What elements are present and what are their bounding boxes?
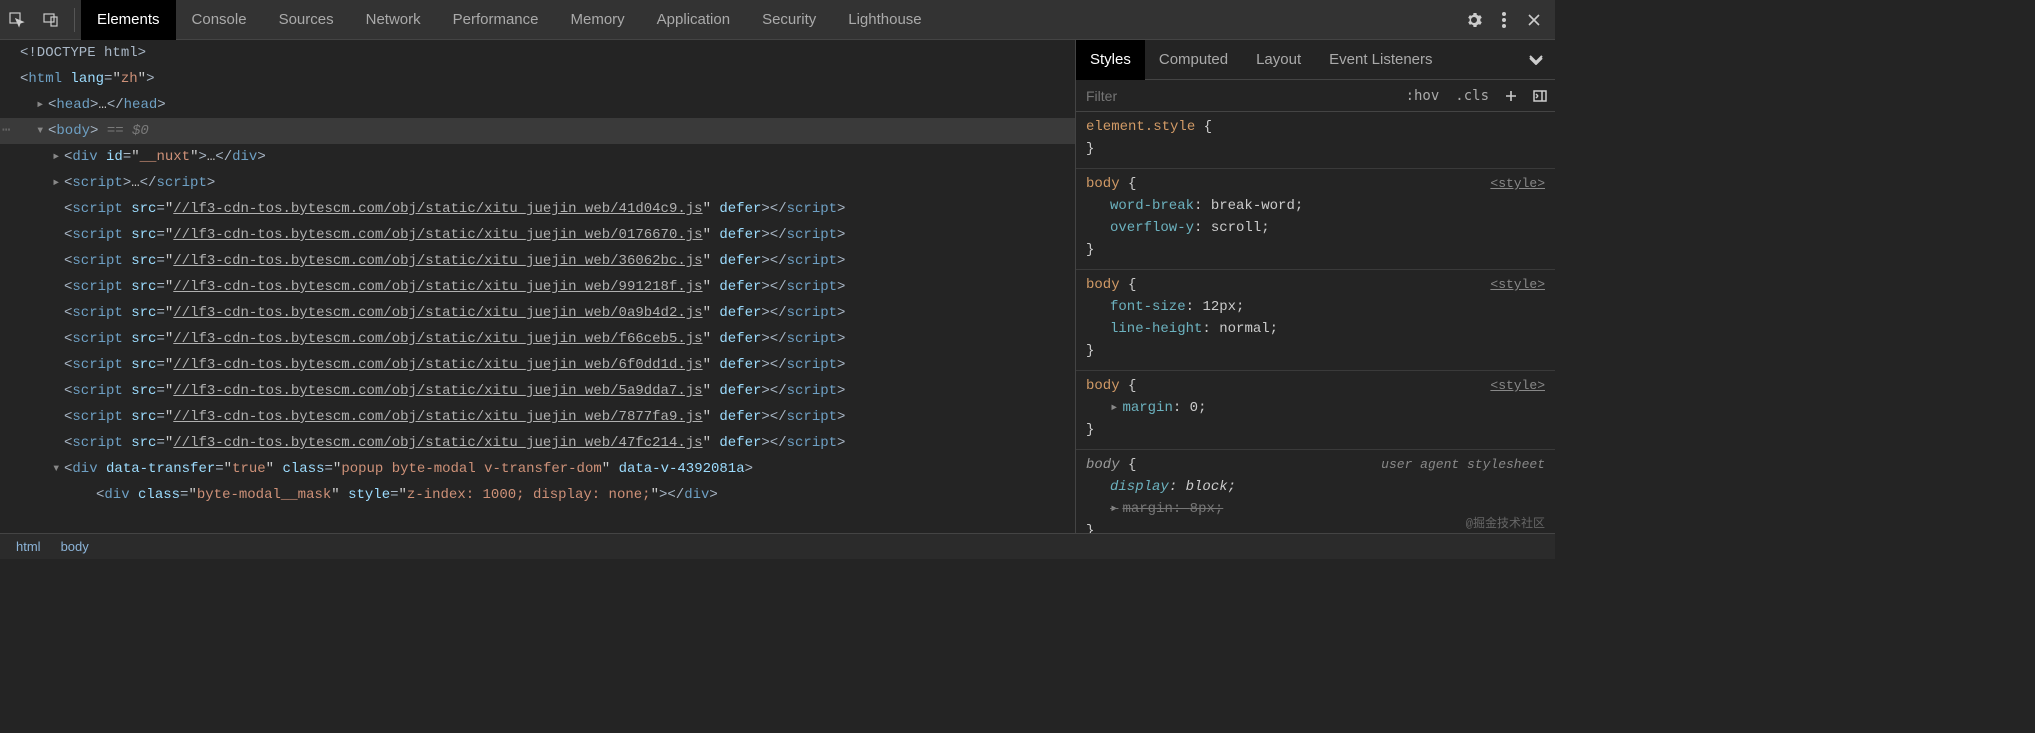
- dom-node[interactable]: <script src="//lf3-cdn-tos.bytescm.com/o…: [0, 430, 1075, 456]
- tab-elements[interactable]: Elements: [81, 0, 176, 40]
- kebab-menu-icon[interactable]: [1489, 0, 1519, 40]
- divider: [74, 8, 75, 32]
- cls-toggle[interactable]: .cls: [1447, 88, 1497, 104]
- settings-gear-icon[interactable]: [1459, 0, 1489, 40]
- tab-performance[interactable]: Performance: [437, 0, 555, 40]
- dom-node[interactable]: <!DOCTYPE html>: [0, 40, 1075, 66]
- rule-source-link[interactable]: <style>: [1490, 274, 1545, 296]
- dom-node[interactable]: <script src="//lf3-cdn-tos.bytescm.com/o…: [0, 248, 1075, 274]
- dom-node[interactable]: <script src="//lf3-cdn-tos.bytescm.com/o…: [0, 352, 1075, 378]
- new-rule-icon[interactable]: [1497, 90, 1525, 102]
- dom-node[interactable]: ⋯▾<body> == $0: [0, 118, 1075, 144]
- breadcrumb-bar: html body: [0, 533, 1555, 559]
- dom-node[interactable]: ▸<head>…</head>: [0, 92, 1075, 118]
- styles-sidebar: StylesComputedLayoutEvent Listeners :hov…: [1075, 40, 1555, 533]
- dom-node[interactable]: <script src="//lf3-cdn-tos.bytescm.com/o…: [0, 300, 1075, 326]
- tab-sources[interactable]: Sources: [263, 0, 350, 40]
- dom-node[interactable]: <script src="//lf3-cdn-tos.bytescm.com/o…: [0, 274, 1075, 300]
- styles-filter-input[interactable]: [1076, 80, 1398, 111]
- device-toggle-icon[interactable]: [34, 0, 68, 40]
- tab-console[interactable]: Console: [176, 0, 263, 40]
- tab-memory[interactable]: Memory: [555, 0, 641, 40]
- rule-source-link[interactable]: <style>: [1490, 375, 1545, 397]
- styles-tab-styles[interactable]: Styles: [1076, 40, 1145, 80]
- dom-node[interactable]: ▸<script>…</script>: [0, 170, 1075, 196]
- styles-tab-event-listeners[interactable]: Event Listeners: [1315, 40, 1446, 80]
- styles-tab-computed[interactable]: Computed: [1145, 40, 1242, 80]
- dom-node[interactable]: <script src="//lf3-cdn-tos.bytescm.com/o…: [0, 378, 1075, 404]
- dom-node[interactable]: ▸<div id="__nuxt">…</div>: [0, 144, 1075, 170]
- styles-tab-layout[interactable]: Layout: [1242, 40, 1315, 80]
- tab-security[interactable]: Security: [746, 0, 832, 40]
- dom-node[interactable]: <script src="//lf3-cdn-tos.bytescm.com/o…: [0, 326, 1075, 352]
- devtools-tab-bar: ElementsConsoleSourcesNetworkPerformance…: [0, 0, 1555, 40]
- style-rule[interactable]: body {<style>▸margin: 0;}: [1076, 371, 1555, 450]
- style-rule[interactable]: body {<style>word-break: break-word;over…: [1076, 169, 1555, 270]
- main-tab-strip: ElementsConsoleSourcesNetworkPerformance…: [81, 0, 938, 40]
- more-tabs-icon[interactable]: [1517, 55, 1555, 65]
- style-rule[interactable]: body {<style>font-size: 12px;line-height…: [1076, 270, 1555, 371]
- dom-node[interactable]: <script src="//lf3-cdn-tos.bytescm.com/o…: [0, 222, 1075, 248]
- dom-node[interactable]: ▾<div data-transfer="true" class="popup …: [0, 456, 1075, 482]
- tab-lighthouse[interactable]: Lighthouse: [832, 0, 937, 40]
- breadcrumb-item[interactable]: body: [51, 539, 99, 554]
- rule-source-link[interactable]: <style>: [1490, 173, 1545, 195]
- dom-node[interactable]: <script src="//lf3-cdn-tos.bytescm.com/o…: [0, 196, 1075, 222]
- computed-toggle-icon[interactable]: [1525, 90, 1555, 102]
- style-rule[interactable]: element.style {}: [1076, 112, 1555, 169]
- watermark-text: @掘金技术社区: [1466, 514, 1545, 531]
- inspect-element-icon[interactable]: [0, 0, 34, 40]
- dom-node[interactable]: <html lang="zh">: [0, 66, 1075, 92]
- dom-node[interactable]: <div class="byte-modal__mask" style="z-i…: [0, 482, 1075, 508]
- tab-network[interactable]: Network: [350, 0, 437, 40]
- close-devtools-icon[interactable]: [1519, 0, 1549, 40]
- styles-tab-strip: StylesComputedLayoutEvent Listeners: [1076, 40, 1555, 80]
- elements-dom-tree[interactable]: <!DOCTYPE html><html lang="zh">▸<head>…<…: [0, 40, 1075, 533]
- tab-application[interactable]: Application: [641, 0, 746, 40]
- breadcrumb-item[interactable]: html: [6, 539, 51, 554]
- hov-toggle[interactable]: :hov: [1398, 88, 1448, 104]
- dom-node[interactable]: <script src="//lf3-cdn-tos.bytescm.com/o…: [0, 404, 1075, 430]
